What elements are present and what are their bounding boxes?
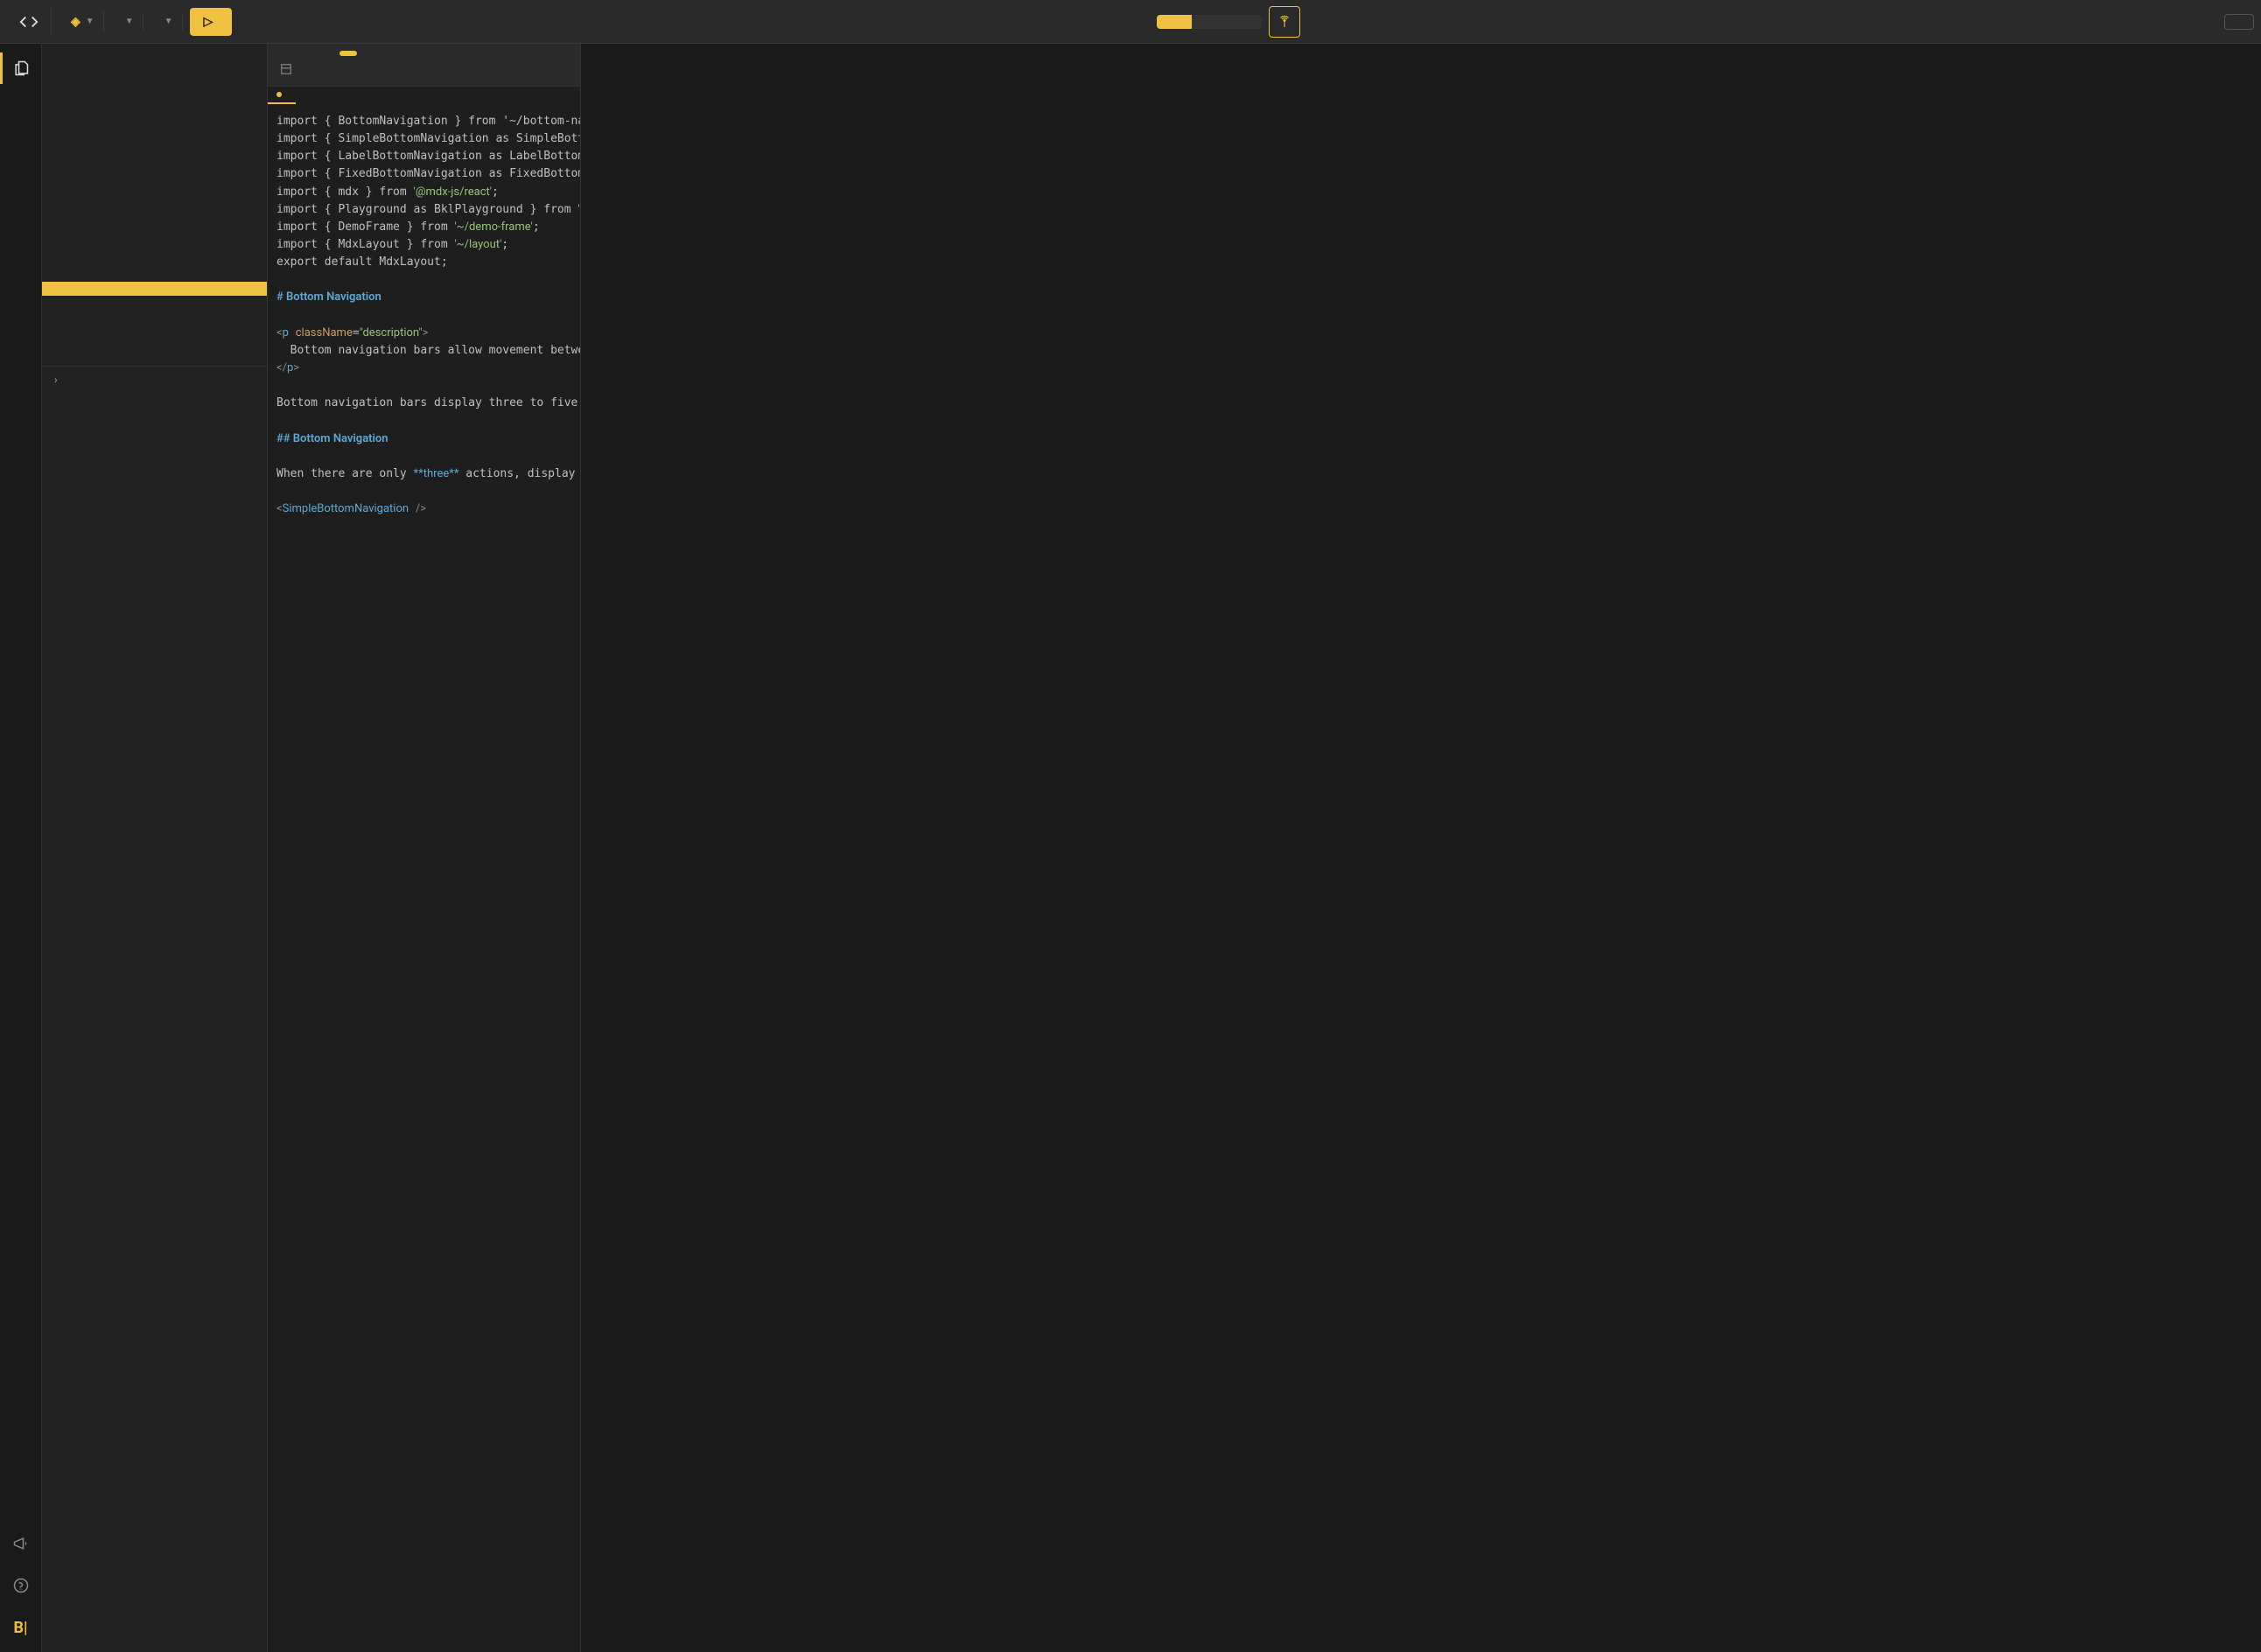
editor-panel: import { BottomNavigation } from '~/bott…: [268, 44, 581, 1652]
megaphone-icon: [12, 1535, 30, 1552]
backlight-rail-button[interactable]: B|: [5, 1612, 37, 1643]
sidebar-item-backdrop[interactable]: [42, 142, 267, 156]
sidebar-item-pagination[interactable]: [42, 352, 267, 366]
sidebar-item-typography[interactable]: [42, 100, 267, 114]
breadcrumb-stories[interactable]: [298, 51, 315, 56]
chevron-right-icon: ›: [54, 374, 58, 386]
activity-rail: B|: [0, 44, 42, 1652]
signin-button[interactable]: [2224, 14, 2254, 30]
sidebar-item-skeleton[interactable]: [42, 184, 267, 198]
podcast-icon: [1277, 14, 1292, 30]
sidebar-item-drawer[interactable]: [42, 310, 267, 324]
branch-selector[interactable]: ▼: [150, 13, 183, 30]
workspace-selector[interactable]: ◈ ▼: [59, 11, 104, 32]
section-packages: [42, 44, 267, 58]
layout-icon[interactable]: [276, 60, 571, 79]
sidebar-item-paper[interactable]: [42, 254, 267, 268]
sidebar-item-dialog[interactable]: [42, 156, 267, 170]
code-editor[interactable]: import { BottomNavigation } from '~/bott…: [268, 104, 580, 1652]
announce-rail-button[interactable]: [5, 1528, 37, 1559]
section-feedback: [42, 114, 267, 128]
view-mode-tabs: [1157, 15, 1262, 29]
files-icon: [12, 60, 30, 77]
diamond-icon: ◈: [71, 15, 80, 29]
breadcrumbs: [268, 44, 580, 87]
chevron-down-icon: ▼: [125, 17, 134, 26]
sidebar-item-accordion[interactable]: [42, 212, 267, 226]
sidebar-item-breadcrumbs[interactable]: [42, 296, 267, 310]
files-rail-button[interactable]: [5, 52, 37, 84]
sidebar-item-alert[interactable]: [42, 128, 267, 142]
modified-indicator-icon: [276, 92, 282, 97]
sidebar-item-menu[interactable]: [42, 338, 267, 352]
help-icon: [12, 1577, 30, 1594]
file-tab-doc[interactable]: [268, 87, 296, 104]
sidebar-item-card[interactable]: [42, 240, 267, 254]
help-rail-button[interactable]: [5, 1570, 37, 1601]
design-system-selector[interactable]: ▼: [111, 13, 144, 30]
sidebar: ›: [42, 44, 268, 1652]
chevron-down-icon: ▼: [164, 17, 173, 26]
breadcrumb-src[interactable]: [276, 51, 294, 56]
sidebar-item-list[interactable]: [42, 58, 267, 72]
logo-button[interactable]: [7, 9, 52, 35]
breadcrumb-design[interactable]: [360, 51, 378, 56]
play-icon: ▷: [204, 15, 214, 29]
section-navigation: [42, 268, 267, 282]
root-files-toggle[interactable]: ›: [42, 366, 267, 393]
chevron-down-icon: ▼: [86, 17, 94, 26]
sidebar-item-progress[interactable]: [42, 170, 267, 184]
podcast-icon-button[interactable]: [1269, 6, 1300, 38]
code-icon: [19, 12, 38, 32]
sidebar-item-app-bar[interactable]: [42, 226, 267, 240]
sidebar-item-bottom-navigation[interactable]: [42, 282, 267, 296]
tab-doc[interactable]: [1227, 15, 1262, 29]
breadcrumb-doc[interactable]: [340, 51, 357, 56]
tab-code[interactable]: [1157, 15, 1192, 29]
start-button[interactable]: ▷: [190, 8, 233, 36]
sidebar-item-link[interactable]: [42, 324, 267, 338]
breadcrumb-test[interactable]: [318, 51, 336, 56]
sidebar-item-tooltip[interactable]: [42, 86, 267, 100]
sidebar-item-table[interactable]: [42, 72, 267, 86]
section-surfaces: [42, 198, 267, 212]
topbar: ◈ ▼ ▼ ▼ ▷: [0, 0, 2261, 44]
tab-review[interactable]: [1192, 15, 1227, 29]
